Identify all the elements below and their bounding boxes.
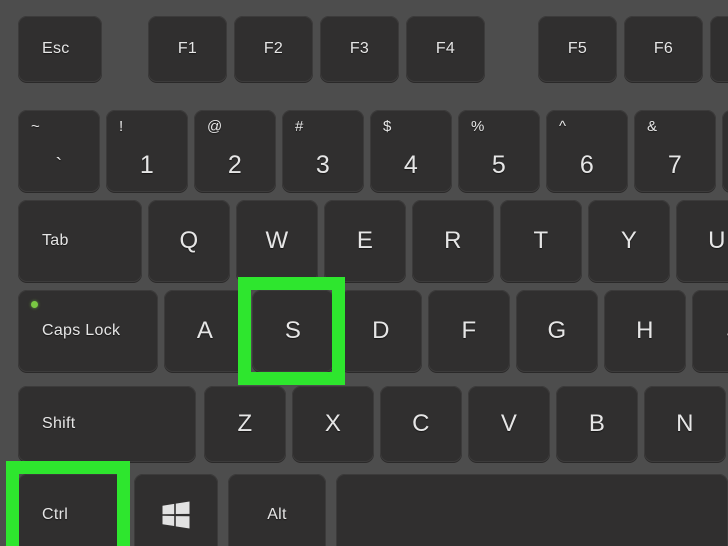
key-3[interactable]: # 3 xyxy=(282,110,364,192)
key-shift-label: Shift xyxy=(42,415,76,432)
key-ctrl-label: Ctrl xyxy=(42,506,69,523)
key-6-shift: ^ xyxy=(559,118,567,135)
key-t-label: T xyxy=(533,227,549,254)
key-f1-label: F1 xyxy=(177,40,198,57)
key-f2-label: F2 xyxy=(263,40,284,57)
key-6-label: 6 xyxy=(579,151,595,179)
key-1-shift: ! xyxy=(119,118,124,135)
windows-logo-icon xyxy=(162,501,190,529)
key-g-label: G xyxy=(547,317,567,344)
key-u-label: U xyxy=(708,227,726,254)
key-backtick-shift: ~ xyxy=(31,118,40,135)
key-2[interactable]: @ 2 xyxy=(194,110,276,192)
key-f3-label: F3 xyxy=(349,40,370,57)
key-u[interactable]: U xyxy=(676,200,728,282)
key-f-label: F xyxy=(461,317,477,344)
key-f5[interactable]: F5 xyxy=(538,16,617,82)
key-f4[interactable]: F4 xyxy=(406,16,485,82)
key-q-label: Q xyxy=(179,227,199,254)
key-f5-label: F5 xyxy=(567,40,588,57)
key-h[interactable]: H xyxy=(604,290,686,372)
key-esc[interactable]: Esc xyxy=(18,16,102,82)
key-windows[interactable] xyxy=(134,474,218,546)
key-1[interactable]: ! 1 xyxy=(106,110,188,192)
key-tab[interactable]: Tab xyxy=(18,200,142,282)
key-6[interactable]: ^ 6 xyxy=(546,110,628,192)
caps-lock-led-icon xyxy=(31,301,38,308)
key-c[interactable]: C xyxy=(380,386,462,462)
key-a-label: A xyxy=(196,317,214,344)
key-h-label: H xyxy=(636,317,654,344)
key-8[interactable]: * 8 xyxy=(722,110,728,192)
key-f1[interactable]: F1 xyxy=(148,16,227,82)
key-3-label: 3 xyxy=(315,151,331,179)
key-esc-label: Esc xyxy=(42,40,70,57)
key-w[interactable]: W xyxy=(236,200,318,282)
key-n[interactable]: N xyxy=(644,386,726,462)
key-capslock-label: Caps Lock xyxy=(42,322,121,339)
key-v-label: V xyxy=(500,410,518,437)
key-j-label: J xyxy=(692,319,728,343)
key-y[interactable]: Y xyxy=(588,200,670,282)
key-f2[interactable]: F2 xyxy=(234,16,313,82)
key-b[interactable]: B xyxy=(556,386,638,462)
key-e-label: E xyxy=(356,227,374,254)
key-alt-label: Alt xyxy=(267,506,287,523)
key-d-label: D xyxy=(372,317,390,344)
key-f3[interactable]: F3 xyxy=(320,16,399,82)
key-f[interactable]: F xyxy=(428,290,510,372)
key-c-label: C xyxy=(412,410,430,437)
key-w-label: W xyxy=(265,227,289,254)
key-z-label: Z xyxy=(237,410,253,437)
key-f6[interactable]: F6 xyxy=(624,16,703,82)
key-f7[interactable]: F7 xyxy=(710,16,728,82)
key-backtick[interactable]: ~ ` xyxy=(18,110,100,192)
key-f6-label: F6 xyxy=(653,40,674,57)
key-d[interactable]: D xyxy=(340,290,422,372)
key-q[interactable]: Q xyxy=(148,200,230,282)
key-4-shift: $ xyxy=(383,118,392,135)
key-4[interactable]: $ 4 xyxy=(370,110,452,192)
key-7-label: 7 xyxy=(667,151,683,179)
key-g[interactable]: G xyxy=(516,290,598,372)
key-y-label: Y xyxy=(620,227,638,254)
key-b-label: B xyxy=(588,410,606,437)
key-7[interactable]: & 7 xyxy=(634,110,716,192)
key-t[interactable]: T xyxy=(500,200,582,282)
key-f7-label: F7 xyxy=(710,41,728,57)
key-2-shift: @ xyxy=(207,118,223,135)
key-alt[interactable]: Alt xyxy=(228,474,326,546)
key-s-label: S xyxy=(284,317,302,344)
key-n-label: N xyxy=(676,410,694,437)
key-ctrl[interactable]: Ctrl xyxy=(18,474,124,546)
key-1-label: 1 xyxy=(139,151,155,179)
key-4-label: 4 xyxy=(403,151,419,179)
key-5-shift: % xyxy=(471,118,485,135)
key-v[interactable]: V xyxy=(468,386,550,462)
key-2-label: 2 xyxy=(227,151,243,179)
key-z[interactable]: Z xyxy=(204,386,286,462)
key-x-label: X xyxy=(324,410,342,437)
key-3-shift: # xyxy=(295,118,304,135)
key-shift[interactable]: Shift xyxy=(18,386,196,462)
key-j[interactable]: J xyxy=(692,290,728,372)
key-a[interactable]: A xyxy=(164,290,246,372)
key-tab-label: Tab xyxy=(42,232,69,249)
key-r-label: R xyxy=(444,227,462,254)
key-f4-label: F4 xyxy=(435,40,456,57)
key-x[interactable]: X xyxy=(292,386,374,462)
key-8-label: 8 xyxy=(722,153,728,178)
key-capslock[interactable]: Caps Lock xyxy=(18,290,158,372)
key-7-shift: & xyxy=(647,118,658,135)
keyboard: Esc F1 F2 F3 F4 F5 F6 F7 ~ ` ! 1 @ 2 # 3… xyxy=(0,0,728,546)
key-space[interactable] xyxy=(336,474,728,546)
key-e[interactable]: E xyxy=(324,200,406,282)
key-5-label: 5 xyxy=(491,151,507,179)
key-5[interactable]: % 5 xyxy=(458,110,540,192)
key-s[interactable]: S xyxy=(252,290,334,372)
key-backtick-label: ` xyxy=(55,155,63,177)
key-r[interactable]: R xyxy=(412,200,494,282)
